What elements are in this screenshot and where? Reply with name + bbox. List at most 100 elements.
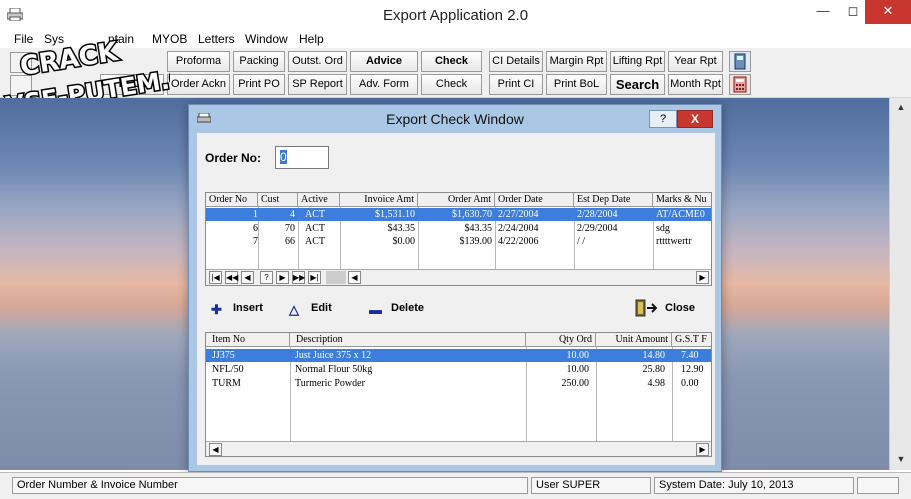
search-button[interactable]: Search (610, 74, 665, 95)
last-record-button[interactable]: ▶| (308, 271, 321, 284)
dialog-title-bar: Export Check Window ? X (189, 105, 721, 133)
prev-record-button[interactable]: ◀ (241, 271, 254, 284)
scroll-left-icon[interactable]: ◀ (348, 271, 361, 284)
order-no-input[interactable]: 0 (275, 146, 329, 169)
delete-label: Delete (391, 302, 425, 314)
minimize-button[interactable]: — (808, 0, 838, 24)
status-hint: Order Number & Invoice Number (12, 477, 528, 494)
cell-marks: rttttwertr (656, 236, 692, 247)
col-marks[interactable]: Marks & Nu (653, 193, 711, 207)
orders-grid[interactable]: Order No Cust Active Invoice Amt Order A… (205, 192, 712, 286)
year-report-button[interactable]: Year Rpt (668, 51, 723, 72)
status-bar: Order Number & Invoice Number User SUPER… (0, 472, 911, 499)
items-scroll-right-icon[interactable]: ▶ (696, 443, 709, 456)
col-est-dep-date[interactable]: Est Dep Date (574, 193, 653, 207)
maximize-button[interactable]: ◻ (838, 0, 868, 24)
device-icon[interactable] (729, 51, 751, 72)
order-row[interactable]: 7 66 ACT $0.00 $139.00 4/22/2006 / / rtt… (206, 235, 711, 248)
next-record-button[interactable]: ▶ (276, 271, 289, 284)
cell-cust: 4 (290, 209, 295, 220)
help-button[interactable]: ? (649, 110, 677, 128)
print-bol-button[interactable]: Print BoL (546, 74, 607, 95)
cell-order-date: 2/24/2004 (498, 223, 539, 234)
main-vertical-scrollbar[interactable]: ▲ ▼ (889, 98, 911, 470)
cell-gst: 7.40 (681, 350, 699, 361)
dialog-title: Export Check Window (386, 111, 524, 127)
status-date: System Date: July 10, 2013 (654, 477, 854, 494)
col-item-no[interactable]: Item No (206, 333, 290, 347)
outstanding-orders-button[interactable]: Outst. Ord (288, 51, 347, 72)
item-row[interactable]: JJ375 Just Juice 375 x 12 10.00 14.80 7.… (206, 349, 711, 362)
export-check-dialog: Export Check Window ? X Order No: 0 Orde… (188, 104, 722, 472)
scroll-down-icon[interactable]: ▼ (894, 454, 908, 464)
cell-item-no: TURM (212, 378, 241, 389)
insert-button[interactable]: ✚ Insert (211, 302, 263, 317)
calculator-icon[interactable] (729, 74, 751, 95)
print-ci-button[interactable]: Print CI (489, 74, 543, 95)
status-extra (857, 477, 899, 494)
check-form-button[interactable]: Check Form (421, 74, 482, 109)
col-invoice-amt[interactable]: Invoice Amt (340, 193, 418, 207)
sp-report-button[interactable]: SP Report (288, 74, 347, 95)
advice-button[interactable]: Advice (350, 51, 418, 72)
cell-est-dep-date: 2/29/2004 (577, 223, 618, 234)
order-row[interactable]: 1 4 ACT $1,531.10 $1,630.70 2/27/2004 2/… (206, 208, 711, 221)
order-no-label: Order No: (205, 151, 262, 165)
dialog-close-button[interactable]: X (677, 110, 713, 128)
goto-record-button[interactable]: ? (260, 271, 273, 284)
menu-help[interactable]: Help (299, 32, 324, 46)
cell-cust: 66 (285, 236, 295, 247)
cell-est-dep-date: 2/28/2004 (577, 209, 618, 220)
next-page-button[interactable]: ▶▶ (292, 271, 305, 284)
close-button[interactable]: Close (635, 299, 695, 317)
col-order-amt[interactable]: Order Amt (418, 193, 495, 207)
col-order-no[interactable]: Order No (206, 193, 258, 207)
col-cust[interactable]: Cust (258, 193, 298, 207)
edit-button[interactable]: △ Edit (289, 302, 332, 317)
menu-window[interactable]: Window (245, 32, 288, 46)
cell-order-amt: $139.00 (459, 236, 493, 247)
col-gst[interactable]: G.S.T F (672, 333, 711, 347)
cell-qty-ord: 250.00 (561, 378, 590, 389)
orders-hscroll-thumb[interactable] (326, 271, 346, 284)
cell-invoice-amt: $1,531.10 (375, 209, 415, 220)
edit-label: Edit (311, 302, 332, 314)
item-row[interactable]: NFL/50 Normal Flour 50kg 10.00 25.80 12.… (206, 363, 711, 376)
items-hscrollbar[interactable]: ◀ ▶ (206, 441, 711, 456)
col-description[interactable]: Description (290, 333, 526, 347)
col-unit-amount[interactable]: Unit Amount (596, 333, 672, 347)
cell-qty-ord: 10.00 (566, 364, 590, 375)
month-report-button[interactable]: Month Rpt (668, 74, 723, 95)
check-button[interactable]: Check (421, 51, 482, 72)
first-record-button[interactable]: |◀ (209, 271, 222, 284)
ci-details-button[interactable]: CI Details (489, 51, 543, 72)
cell-description: Turmeric Powder (295, 378, 365, 389)
advice-form-button[interactable]: Adv. Form (350, 74, 418, 95)
cell-item-no: JJ375 (212, 350, 235, 361)
lifting-report-button[interactable]: Lifting Rpt (610, 51, 665, 72)
col-qty-ord[interactable]: Qty Ord (526, 333, 596, 347)
item-row[interactable]: TURM Turmeric Powder 250.00 4.98 0.00 (206, 377, 711, 390)
items-scroll-left-icon[interactable]: ◀ (209, 443, 222, 456)
cell-order-amt: $1,630.70 (452, 209, 492, 220)
cell-qty-ord: 10.00 (566, 350, 590, 361)
col-order-date[interactable]: Order Date (495, 193, 574, 207)
prev-page-button[interactable]: ◀◀ (225, 271, 238, 284)
packing-button[interactable]: Packing (233, 51, 285, 72)
delete-button[interactable]: ▬ Delete (369, 302, 425, 317)
scroll-right-icon[interactable]: ▶ (696, 271, 709, 284)
cell-marks: AT/ACME0 (656, 209, 705, 220)
cell-order-date: 4/22/2006 (498, 236, 539, 247)
order-row[interactable]: 6 70 ACT $43.35 $43.35 2/24/2004 2/29/20… (206, 222, 711, 235)
col-active[interactable]: Active (298, 193, 340, 207)
scroll-up-icon[interactable]: ▲ (894, 102, 908, 112)
print-po-button[interactable]: Print PO (233, 74, 285, 95)
proforma-button[interactable]: Proforma (167, 51, 230, 72)
items-grid[interactable]: Item No Description Qty Ord Unit Amount … (205, 332, 712, 457)
margin-report-button[interactable]: Margin Rpt (546, 51, 607, 72)
order-ack-button[interactable]: Order Ackn (167, 74, 230, 95)
close-window-button[interactable]: ✕ (865, 0, 911, 24)
cell-order-date: 2/27/2004 (498, 209, 539, 220)
menu-letters[interactable]: Letters (198, 32, 235, 46)
cell-active: ACT (305, 223, 325, 234)
